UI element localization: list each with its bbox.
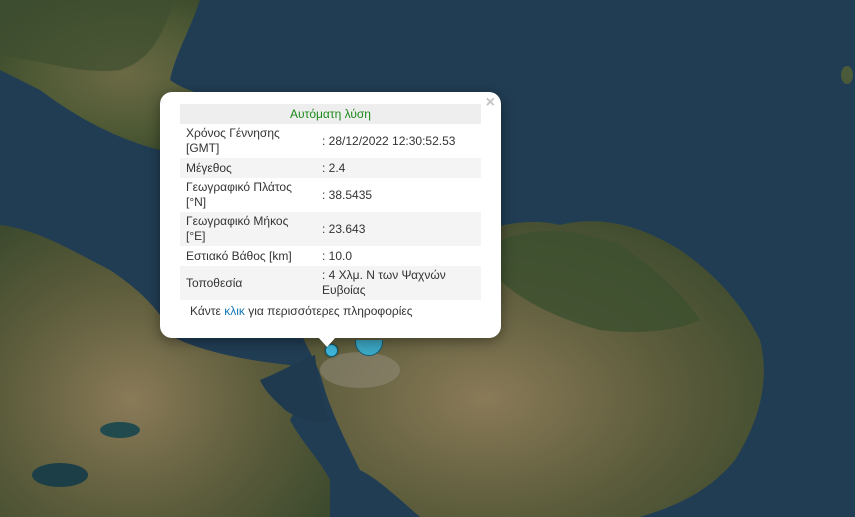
info-label: Μέγεθος (180, 158, 316, 178)
info-row-location: Τοποθεσία : 4 Χλμ. N των Ψαχνών Ευβοίας (180, 266, 481, 300)
popup-pointer (318, 337, 336, 347)
satellite-map[interactable]: × Αυτόματη λύση Χρόνος Γέννησης [GMT] : … (0, 0, 855, 517)
info-value: : 23.643 (316, 212, 481, 246)
close-popup-button[interactable]: × (486, 95, 495, 111)
footer-suffix: για περισσότερες πληροφορίες (244, 304, 413, 318)
footer-prefix: Κάντε (190, 304, 225, 318)
info-label: Εστιακό Βάθος [km] (186, 248, 292, 263)
info-value: : 2.4 (316, 158, 481, 178)
info-label: Χρόνος Γέννησης [GMT] (186, 126, 280, 155)
info-row-depth: Εστιακό Βάθος [km] : 10.0 (180, 246, 481, 266)
info-value: : 10.0 (322, 248, 353, 263)
info-row-latitude: Γεωγραφικό Πλάτος [°N] : 38.5435 (180, 178, 481, 212)
info-row-magnitude: Μέγεθος : 2.4 (180, 158, 481, 178)
info-label: Γεωγραφικό Πλάτος [°N] (186, 180, 292, 209)
more-info-link[interactable]: κλικ (224, 304, 245, 318)
popup-footer: Κάντε κλικ για περισσότερες πληροφορίες (180, 304, 481, 318)
info-label: Γεωγραφικό Μήκος [°E] (180, 212, 316, 246)
popup-title: Αυτόματη λύση (180, 104, 481, 124)
earthquake-info-table: Αυτόματη λύση Χρόνος Γέννησης [GMT] : 28… (180, 104, 481, 300)
earthquake-info-popup: × Αυτόματη λύση Χρόνος Γέννησης [GMT] : … (160, 92, 501, 338)
info-value: : 38.5435 (322, 187, 373, 202)
info-row-longitude: Γεωγραφικό Μήκος [°E] : 23.643 (180, 212, 481, 246)
info-value: : 4 Χλμ. N των Ψαχνών Ευβοίας (316, 266, 481, 300)
info-row-origin-time: Χρόνος Γέννησης [GMT] : 28/12/2022 12:30… (180, 124, 481, 158)
info-label: Τοποθεσία (180, 266, 316, 300)
info-value: : 28/12/2022 12:30:52.53 (322, 133, 456, 148)
